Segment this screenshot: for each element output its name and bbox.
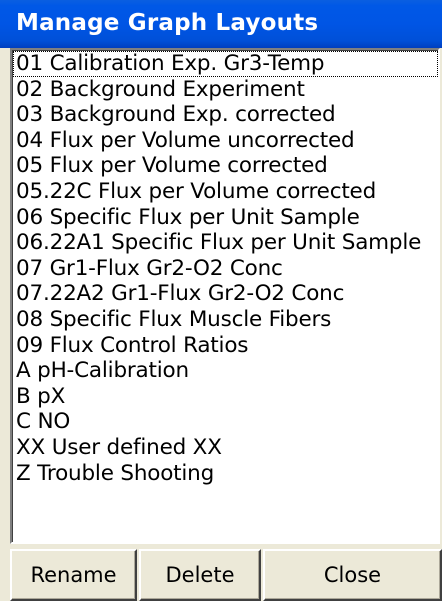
list-item[interactable]: 08 Specific Flux Muscle Fibers <box>13 307 438 333</box>
rename-button[interactable]: Rename <box>10 549 137 601</box>
list-item[interactable]: 07 Gr1-Flux Gr2-O2 Conc <box>13 256 438 282</box>
list-item[interactable]: 06 Specific Flux per Unit Sample <box>13 205 438 231</box>
list-item[interactable]: 02 Background Experiment <box>13 77 438 103</box>
list-item[interactable]: 05 Flux per Volume corrected <box>13 153 438 179</box>
graph-layout-list[interactable]: 01 Calibration Exp. Gr3-Temp 02 Backgrou… <box>10 48 440 544</box>
list-item[interactable]: 09 Flux Control Ratios <box>13 333 438 359</box>
list-item[interactable]: 03 Background Exp. corrected <box>13 102 438 128</box>
list-item[interactable]: 05.22C Flux per Volume corrected <box>13 179 438 205</box>
list-item[interactable]: Z Trouble Shooting <box>13 461 438 487</box>
list-item[interactable]: 07.22A2 Gr1-Flux Gr2-O2 Conc <box>13 281 438 307</box>
list-item[interactable]: A pH-Calibration <box>13 358 438 384</box>
list-item[interactable]: C NO <box>13 409 438 435</box>
close-button[interactable]: Close <box>263 549 442 601</box>
list-item[interactable]: B pX <box>13 384 438 410</box>
list-item[interactable]: 04 Flux per Volume uncorrected <box>13 128 438 154</box>
graph-layout-list-inner: 01 Calibration Exp. Gr3-Temp 02 Backgrou… <box>12 50 438 542</box>
list-item[interactable]: 06.22A1 Specific Flux per Unit Sample <box>13 230 438 256</box>
list-item[interactable]: 01 Calibration Exp. Gr3-Temp <box>13 51 438 77</box>
manage-graph-layouts-dialog: Manage Graph Layouts 01 Calibration Exp.… <box>0 0 442 601</box>
title-bar[interactable]: Manage Graph Layouts <box>0 0 442 48</box>
button-bar: Rename Delete Close <box>10 549 442 601</box>
delete-button[interactable]: Delete <box>139 549 261 601</box>
window-title: Manage Graph Layouts <box>16 10 319 36</box>
list-item[interactable]: XX User defined XX <box>13 435 438 461</box>
